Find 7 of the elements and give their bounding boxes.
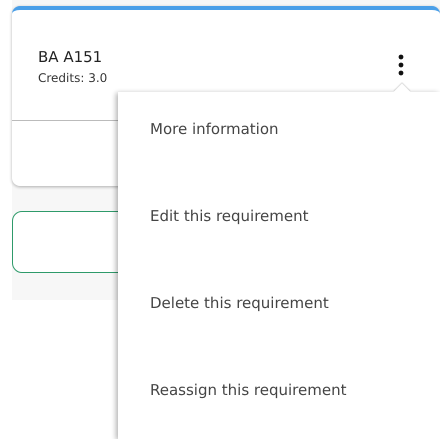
menu-item[interactable]: Reassign this requirement xyxy=(118,373,440,407)
more-options-icon[interactable] xyxy=(398,54,404,76)
menu-item[interactable]: More information xyxy=(118,112,440,146)
course-title: BA A151 xyxy=(38,48,104,66)
course-credits: Credits: 3.0 xyxy=(38,71,108,85)
menu-item[interactable]: Delete this requirement xyxy=(118,286,440,320)
menu-item[interactable]: Edit this requirement xyxy=(118,199,440,233)
